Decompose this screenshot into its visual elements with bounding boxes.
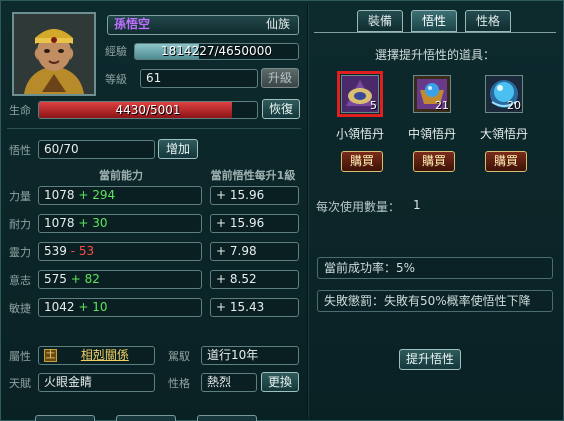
success-rate-label: 當前成功率： [324,261,397,275]
stat-current: 575 + 82 [38,270,202,289]
failure-penalty-bar: 失敗懲罰：失敗有50%概率使悟性下降 [317,290,553,312]
buy-large-pill-button[interactable]: 購買 [485,151,527,172]
tab-underline [314,32,556,33]
section-divider [7,128,301,129]
stat-label: 靈力 [9,246,31,259]
use-count-value: 1 [413,198,421,212]
current-ability-header: 當前能力 [99,169,143,182]
buy-medium-pill-button[interactable]: 購買 [413,151,455,172]
control-label: 駕馭 [168,350,190,363]
item-large-pill[interactable]: 20 [485,75,523,113]
tab-personality[interactable]: 性格 [465,10,511,32]
item-name: 小領悟丹 [335,127,384,141]
element-label: 屬性 [9,350,31,363]
level-label: 等級 [105,73,127,86]
talent-label: 天賦 [9,377,31,390]
items-panel-title: 選擇提升悟性的道具： [374,48,495,62]
stat-per-level: + 15.43 [210,298,299,317]
personality-label: 性格 [168,377,190,390]
success-rate-value: 5% [396,261,416,275]
stat-per-level: + 8.52 [210,270,299,289]
character-window: 孫悟空 仙族 經驗 1814227/4650000 等級 61 升級 生命 44… [0,0,564,421]
stat-current: 539 - 53 [38,242,202,261]
item-count: 20 [507,99,521,112]
comprehension-label: 悟性 [9,144,31,157]
item-small-pill[interactable]: 5 [341,75,379,113]
stat-bonus: + 10 [78,300,108,314]
stat-current: 1042 + 10 [38,298,202,317]
item-name: 中領悟丹 [407,127,456,141]
stat-per-level: + 7.98 [210,242,299,261]
stat-base: 1042 [44,300,75,314]
success-rate-bar: 當前成功率：5% [317,257,553,279]
panel-divider [307,5,309,418]
exp-bar: 1814227/4650000 [134,43,299,60]
character-race: 仙族 [265,17,290,31]
item-count: 21 [435,99,449,112]
hp-value: 4430/5001 [115,103,181,117]
stat-label: 耐力 [9,218,31,231]
stat-label: 敏捷 [9,302,31,315]
stat-base: 539 [44,244,67,258]
stat-base: 1078 [44,216,75,230]
stat-base: 1078 [44,188,75,202]
talent-field: 火眼金睛 [38,373,155,392]
stat-bonus: + 294 [78,188,116,202]
stat-bonus: + 30 [78,216,108,230]
stat-per-level: + 15.96 [210,214,299,233]
tab-comprehension[interactable]: 悟性 [411,10,457,32]
tab-equipment[interactable]: 裝備 [357,10,403,32]
exp-value: 1814227/4650000 [161,44,272,58]
level-field: 61 [140,69,258,88]
comprehension-field: 60/70 [38,140,155,159]
monkey-king-portrait-icon [14,14,94,94]
stat-bonus: + 82 [70,272,100,286]
bottom-button-partial[interactable] [197,415,257,421]
buy-small-pill-button[interactable]: 購買 [341,151,383,172]
stat-bonus: - 53 [70,244,95,258]
hp-bar: 4430/5001 [38,101,258,119]
item-count: 5 [370,99,377,112]
personality-field: 熱烈 [201,373,257,392]
item-medium-pill[interactable]: 21 [413,75,451,113]
bottom-button-partial[interactable] [116,415,176,421]
stat-per-level: + 15.96 [210,186,299,205]
upgrade-comprehension-button[interactable]: 提升悟性 [399,349,461,370]
element-icon: 土 [44,349,57,362]
item-name: 大領悟丹 [479,127,528,141]
character-name: 孫悟空 [114,17,151,31]
increase-comprehension-button[interactable]: 增加 [158,139,198,159]
stat-label: 意志 [9,274,31,287]
bottom-button-partial[interactable] [35,415,95,421]
change-personality-button[interactable]: 更換 [261,372,299,392]
stat-base: 575 [44,272,67,286]
character-portrait [12,12,96,96]
exp-label: 經驗 [105,45,127,58]
stat-label: 力量 [9,190,31,203]
control-field: 道行10年 [201,346,299,365]
level-up-button[interactable]: 升級 [261,68,299,88]
hp-label: 生命 [9,104,31,117]
name-race-bar: 孫悟空 仙族 [107,15,299,35]
stat-current: 1078 + 294 [38,186,202,205]
restore-button[interactable]: 恢復 [262,99,300,119]
use-count-label: 每次使用數量： [316,200,401,214]
stat-current: 1078 + 30 [38,214,202,233]
relation-link[interactable]: 相剋關係 [81,348,129,362]
per-level-header: 當前悟性每升1級 [210,169,296,182]
element-field: 土 相剋關係 [38,346,155,365]
